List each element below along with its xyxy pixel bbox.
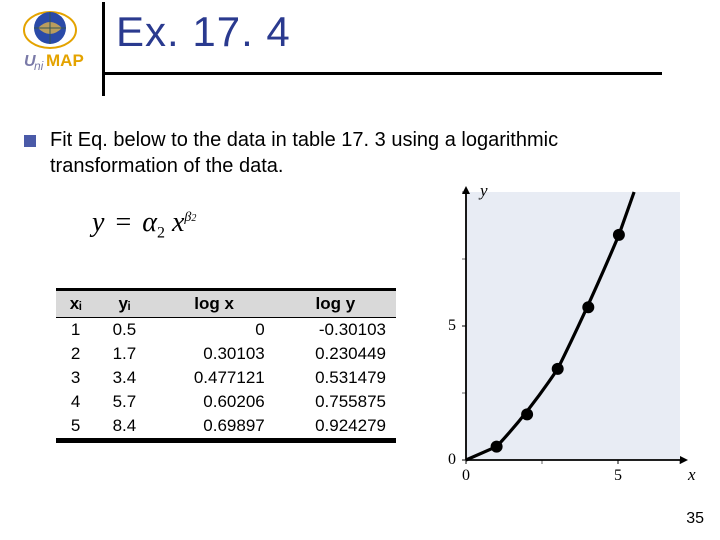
table-cell: 4 — [56, 390, 95, 414]
table-row: 45.70.602060.755875 — [56, 390, 396, 414]
table-cell: 0 — [154, 318, 275, 343]
page-number: 35 — [686, 510, 704, 528]
title-container: Ex. 17. 4 — [102, 8, 662, 75]
chart: 0 5 0 5 y x — [418, 180, 700, 490]
eq-beta-sub: 2 — [191, 213, 196, 224]
table-row: 21.70.301030.230449 — [56, 342, 396, 366]
eq-x: x — [172, 207, 184, 238]
eq-y: y — [92, 207, 104, 238]
eq-alpha: α — [142, 207, 157, 238]
col-yi: yᵢ — [95, 290, 153, 318]
svg-text:ni: ni — [34, 59, 44, 73]
table-row: 33.40.4771210.531479 — [56, 366, 396, 390]
table-row: 58.40.698970.924279 — [56, 414, 396, 438]
table-cell: 0.477121 — [154, 366, 275, 390]
table-cell: 1 — [56, 318, 95, 343]
xlabel: x — [687, 465, 696, 484]
table-row: 10.50-0.30103 — [56, 318, 396, 343]
ytick-0: 0 — [448, 451, 456, 468]
table-cell: 0.924279 — [275, 414, 396, 438]
table-cell: 5.7 — [95, 390, 153, 414]
table-cell: 0.60206 — [154, 390, 275, 414]
eq-equals: = — [111, 207, 135, 238]
table-cell: 0.755875 — [275, 390, 396, 414]
col-logy: log y — [275, 290, 396, 318]
bullet-icon — [24, 135, 36, 147]
xtick-0: 0 — [462, 467, 470, 484]
table-cell: 0.30103 — [154, 342, 275, 366]
logo: U ni MAP — [10, 4, 90, 82]
table-cell: 0.230449 — [275, 342, 396, 366]
eq-alpha-sub: 2 — [157, 225, 165, 242]
xtick-5: 5 — [614, 467, 622, 484]
svg-text:MAP: MAP — [46, 51, 84, 70]
table-bottom-rule — [56, 438, 396, 443]
table-cell: 1.7 — [95, 342, 153, 366]
body-text: Fit Eq. below to the data in table 17. 3… — [50, 128, 690, 179]
data-table: xᵢ yᵢ log x log y 10.50-0.3010321.70.301… — [56, 288, 396, 443]
slide-title: Ex. 17. 4 — [116, 8, 662, 56]
table-cell: 0.531479 — [275, 366, 396, 390]
table-cell: 0.69897 — [154, 414, 275, 438]
table-cell: -0.30103 — [275, 318, 396, 343]
table-cell: 2 — [56, 342, 95, 366]
col-xi: xᵢ — [56, 290, 95, 318]
table-cell: 3.4 — [95, 366, 153, 390]
table-cell: 0.5 — [95, 318, 153, 343]
table-header-row: xᵢ yᵢ log x log y — [56, 290, 396, 318]
ylabel: y — [478, 181, 488, 200]
table-cell: 3 — [56, 366, 95, 390]
col-logx: log x — [154, 290, 275, 318]
equation: y = α2 xβ2 — [92, 207, 196, 243]
table-cell: 8.4 — [95, 414, 153, 438]
ytick-5: 5 — [448, 317, 456, 334]
table-cell: 5 — [56, 414, 95, 438]
